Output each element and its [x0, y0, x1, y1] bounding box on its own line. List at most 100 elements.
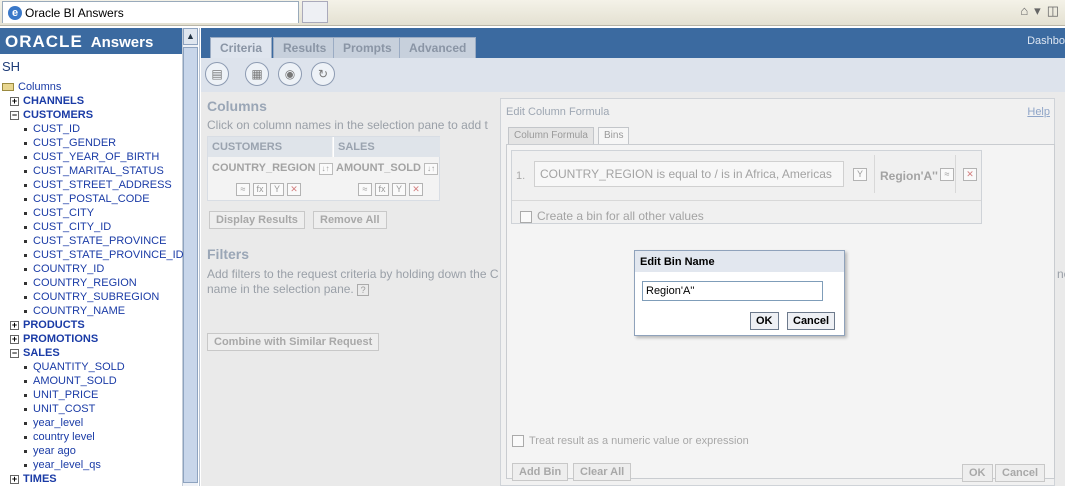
tree-root-label: Columns — [18, 81, 62, 93]
table-view-icon[interactable]: ▦ — [245, 62, 269, 86]
tree-column[interactable]: UNIT_PRICE — [2, 388, 184, 402]
columns-section-title: Columns — [207, 98, 267, 114]
bullet-icon — [24, 407, 27, 411]
add-bin-button[interactable]: Add Bin — [512, 463, 569, 481]
bin-condition[interactable]: COUNTRY_REGION is equal to / is in Afric… — [534, 161, 844, 187]
expand-icon[interactable]: + — [10, 474, 19, 484]
tree-column[interactable]: QUANTITY_SOLD — [2, 360, 184, 374]
new-tab-button[interactable] — [302, 1, 328, 23]
tab-criteria[interactable]: Criteria — [210, 37, 273, 58]
chevron-down-icon[interactable]: ▾ — [1034, 3, 1041, 18]
feeds-icon[interactable]: ◫ — [1047, 3, 1059, 18]
tab-prompts[interactable]: Prompts — [333, 37, 402, 58]
sort-icon[interactable]: ↓↑ — [423, 163, 438, 175]
expand-icon[interactable]: + — [10, 334, 19, 344]
filter-icon[interactable]: Y — [270, 183, 284, 196]
tree-item-label: UNIT_COST — [33, 403, 96, 415]
tree-column[interactable]: CUST_ID — [2, 122, 184, 136]
tree-column[interactable]: COUNTRY_REGION — [2, 276, 184, 290]
bins-list: 1. COUNTRY_REGION is equal to / is in Af… — [511, 150, 982, 224]
dialog-ok-button[interactable]: OK — [962, 464, 993, 482]
tab-column-formula[interactable]: Column Formula — [508, 127, 594, 144]
tree-item-label: PROMOTIONS — [23, 333, 99, 345]
tree-column[interactable]: CUST_GENDER — [2, 136, 184, 150]
bullet-icon — [24, 379, 27, 383]
tree-folder[interactable]: − CUSTOMERS — [2, 108, 184, 122]
tab-results[interactable]: Results — [273, 37, 337, 58]
tree-folder[interactable]: + TIMES — [2, 472, 184, 486]
tree-item-label: CUST_YEAR_OF_BIRTH — [33, 151, 160, 163]
tree-column[interactable]: CUST_STATE_PROVINCE — [2, 234, 184, 248]
tree-item-label: AMOUNT_SOLD — [33, 375, 117, 387]
tab-advanced[interactable]: Advanced — [399, 37, 477, 58]
scroll-thumb[interactable] — [183, 47, 198, 483]
delete-icon[interactable]: ✕ — [409, 183, 423, 196]
treat-numeric-checkbox[interactable] — [512, 435, 524, 448]
ok-button[interactable]: OK — [750, 312, 779, 330]
tree-column[interactable]: COUNTRY_NAME — [2, 304, 184, 318]
tree-column[interactable]: year ago — [2, 444, 184, 458]
filter-icon[interactable]: Y — [392, 183, 406, 196]
edit-bin-name-icon[interactable]: ≈ — [940, 168, 954, 181]
edit-formula-icon[interactable]: fx — [253, 183, 267, 196]
delete-icon[interactable]: ✕ — [287, 183, 301, 196]
filter-icon[interactable]: Y — [853, 168, 867, 181]
tree-column[interactable]: CUST_CITY — [2, 206, 184, 220]
combine-request-button[interactable]: Combine with Similar Request — [207, 333, 380, 351]
expand-icon[interactable]: + — [10, 96, 19, 106]
bullet-icon — [24, 435, 27, 439]
tab-bins[interactable]: Bins — [598, 127, 630, 144]
other-values-checkbox[interactable] — [520, 210, 532, 223]
sort-icon[interactable]: ↓↑ — [318, 163, 333, 175]
tree-column[interactable]: CUST_POSTAL_CODE — [2, 192, 184, 206]
save-request-icon[interactable]: ▤ — [205, 62, 229, 86]
tree-column[interactable]: year_level — [2, 416, 184, 430]
dialog-cancel-button[interactable]: Cancel — [995, 464, 1046, 482]
tree-column[interactable]: CUST_MARITAL_STATUS — [2, 164, 184, 178]
help-icon[interactable]: ? — [357, 284, 370, 296]
tree-column[interactable]: CUST_STATE_PROVINCE_ID — [2, 248, 184, 262]
refresh-icon[interactable]: ↻ — [311, 62, 335, 86]
tree-item-label: CUSTOMERS — [23, 109, 94, 121]
clear-all-button[interactable]: Clear All — [573, 463, 632, 481]
scroll-up-icon[interactable]: ▲ — [183, 28, 198, 45]
display-results-button[interactable]: Display Results — [209, 211, 305, 229]
tree-folder[interactable]: − SALES — [2, 346, 184, 360]
column-properties-icon[interactable]: ≈ — [358, 183, 372, 196]
collapse-icon[interactable]: − — [10, 110, 19, 120]
bin-row: 1. COUNTRY_REGION is equal to / is in Af… — [512, 151, 981, 201]
tree-column[interactable]: COUNTRY_SUBREGION — [2, 290, 184, 304]
collapse-icon[interactable]: − — [10, 348, 19, 358]
tree-column[interactable]: COUNTRY_ID — [2, 262, 184, 276]
column-properties-icon[interactable]: ≈ — [236, 183, 250, 196]
other-values-option[interactable]: Create a bin for all other values — [520, 209, 704, 223]
bullet-icon — [24, 309, 27, 313]
treat-numeric-option[interactable]: Treat result as a numeric value or expre… — [512, 435, 749, 448]
tree-column[interactable]: AMOUNT_SOLD — [2, 374, 184, 388]
browser-tab[interactable]: e Oracle BI Answers — [2, 1, 299, 23]
chart-view-icon[interactable]: ◉ — [278, 62, 302, 86]
criteria-column[interactable]: COUNTRY_REGION ↓↑ — [212, 162, 333, 175]
tree-folder[interactable]: + PRODUCTS — [2, 318, 184, 332]
remove-all-button[interactable]: Remove All — [313, 211, 387, 229]
tree-column[interactable]: CUST_YEAR_OF_BIRTH — [2, 150, 184, 164]
selection-pane-scrollbar[interactable]: ▲ — [182, 28, 198, 486]
delete-bin-icon[interactable]: ✕ — [963, 168, 977, 181]
tree-folder[interactable]: + CHANNELS — [2, 94, 184, 108]
tree-column[interactable]: year_level_qs — [2, 458, 184, 472]
tree-folder[interactable]: + PROMOTIONS — [2, 332, 184, 346]
tree-column[interactable]: CUST_CITY_ID — [2, 220, 184, 234]
tree-root-columns[interactable]: Columns — [2, 80, 184, 94]
home-icon[interactable]: ⌂ — [1020, 3, 1028, 18]
tree-column[interactable]: country level — [2, 430, 184, 444]
tree-column[interactable]: UNIT_COST — [2, 402, 184, 416]
bin-name-input[interactable] — [642, 281, 823, 301]
dashboards-link[interactable]: Dashbo — [1027, 35, 1065, 47]
expand-icon[interactable]: + — [10, 320, 19, 330]
tree-item-label: CUST_STREET_ADDRESS — [33, 179, 172, 191]
cancel-button[interactable]: Cancel — [787, 312, 836, 330]
criteria-column[interactable]: AMOUNT_SOLD ↓↑ — [336, 162, 438, 175]
tree-column[interactable]: CUST_STREET_ADDRESS — [2, 178, 184, 192]
edit-formula-icon[interactable]: fx — [375, 183, 389, 196]
dialog-help-link[interactable]: Help — [1027, 106, 1050, 118]
